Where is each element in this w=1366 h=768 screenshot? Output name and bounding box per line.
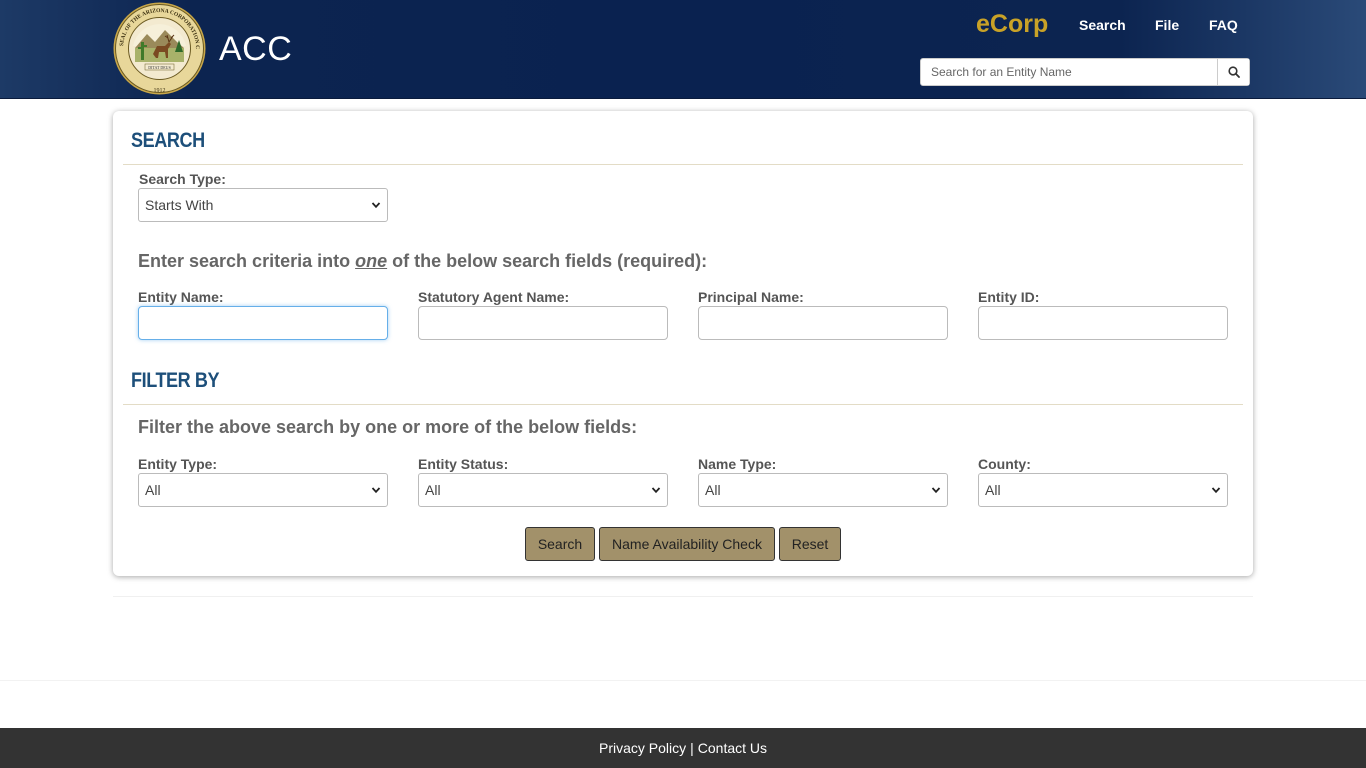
entity-id-input[interactable] bbox=[978, 306, 1228, 340]
nav-file-link[interactable]: File bbox=[1155, 17, 1179, 33]
filter-section-title: FILTER BY bbox=[131, 369, 220, 392]
chevron-down-icon bbox=[651, 487, 661, 494]
search-icon bbox=[1227, 66, 1240, 78]
search-type-label: Search Type: bbox=[139, 171, 226, 187]
chevron-down-icon bbox=[931, 487, 941, 494]
nav-search-link[interactable]: Search bbox=[1079, 17, 1126, 33]
instruction-emphasis: one bbox=[355, 251, 388, 271]
entity-type-value: All bbox=[145, 482, 161, 498]
entity-id-label: Entity ID: bbox=[978, 289, 1040, 305]
site-brand[interactable]: ACC bbox=[219, 30, 292, 69]
footer-separator: | bbox=[690, 740, 694, 756]
name-availability-button[interactable]: Name Availability Check bbox=[599, 527, 775, 561]
page-divider bbox=[0, 680, 1366, 681]
entity-name-input[interactable] bbox=[138, 306, 388, 340]
chevron-down-icon bbox=[371, 202, 381, 209]
seal-motto: DITAT DEUS bbox=[148, 65, 171, 70]
filter-instruction: Filter the above search by one or more o… bbox=[138, 417, 638, 437]
county-value: All bbox=[985, 482, 1001, 498]
chevron-down-icon bbox=[371, 487, 381, 494]
contact-us-link[interactable]: Contact Us bbox=[698, 740, 767, 756]
entity-type-select[interactable]: All bbox=[138, 473, 388, 507]
acc-seal-logo[interactable]: DITAT DEUS 1912 SEAL OF THE ARIZONA CORP… bbox=[110, 0, 206, 95]
statutory-agent-label: Statutory Agent Name: bbox=[418, 289, 570, 305]
principal-name-label: Principal Name: bbox=[698, 289, 804, 305]
filter-divider bbox=[123, 404, 1243, 405]
statutory-agent-input[interactable] bbox=[418, 306, 668, 340]
name-type-label: Name Type: bbox=[698, 456, 777, 472]
site-header: DITAT DEUS 1912 SEAL OF THE ARIZONA CORP… bbox=[0, 0, 1366, 99]
search-type-select[interactable]: Starts With bbox=[138, 188, 388, 222]
search-card: SEARCH Search Type: Starts With Enter se… bbox=[113, 111, 1253, 576]
chevron-down-icon bbox=[1211, 487, 1221, 494]
search-section-title: SEARCH bbox=[131, 129, 205, 152]
search-button[interactable]: Search bbox=[525, 527, 595, 561]
entity-status-select[interactable]: All bbox=[418, 473, 668, 507]
entity-status-value: All bbox=[425, 482, 441, 498]
name-type-select[interactable]: All bbox=[698, 473, 948, 507]
content-divider bbox=[113, 596, 1253, 597]
ecorp-link[interactable]: eCorp bbox=[976, 10, 1048, 39]
principal-name-input[interactable] bbox=[698, 306, 948, 340]
search-instruction: Enter search criteria into one of the be… bbox=[138, 251, 708, 271]
county-label: County: bbox=[978, 456, 1031, 472]
search-type-value: Starts With bbox=[145, 197, 214, 213]
entity-name-label: Entity Name: bbox=[138, 289, 224, 305]
seal-year: 1912 bbox=[154, 88, 166, 94]
entity-search-input[interactable] bbox=[921, 59, 1219, 85]
name-type-value: All bbox=[705, 482, 721, 498]
reset-button[interactable]: Reset bbox=[779, 527, 841, 561]
site-footer: Privacy Policy | Contact Us bbox=[0, 728, 1366, 768]
county-select[interactable]: All bbox=[978, 473, 1228, 507]
entity-search-button[interactable] bbox=[1217, 59, 1249, 85]
entity-search-box bbox=[920, 58, 1250, 86]
entity-type-label: Entity Type: bbox=[138, 456, 218, 472]
search-divider bbox=[123, 164, 1243, 165]
privacy-policy-link[interactable]: Privacy Policy bbox=[599, 740, 686, 756]
nav-faq-link[interactable]: FAQ bbox=[1209, 17, 1238, 33]
entity-status-label: Entity Status: bbox=[418, 456, 509, 472]
